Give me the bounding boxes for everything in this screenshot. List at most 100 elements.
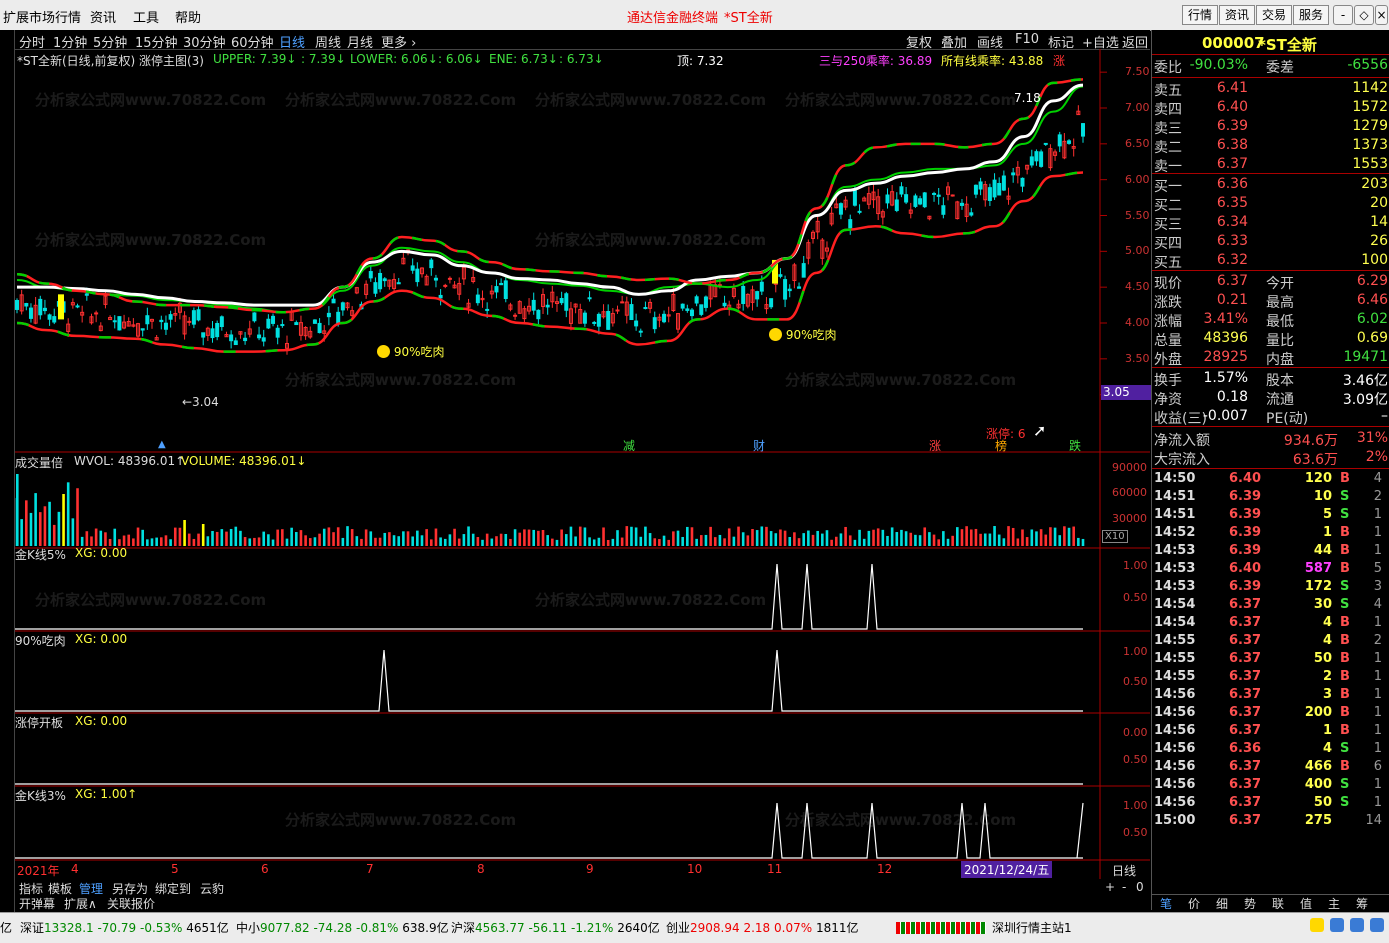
volume-bar — [257, 537, 261, 546]
tick-time: 14:56 — [1154, 723, 1196, 738]
tab-related-quote[interactable]: 关联报价 — [107, 895, 155, 912]
info-button[interactable]: 资讯 — [1219, 5, 1256, 25]
volume-bar — [16, 474, 19, 546]
tab-danmu[interactable]: 开弹幕 — [19, 895, 55, 912]
volume-bar — [560, 529, 563, 546]
volume-bar — [960, 529, 964, 546]
tick-price: 6.37 — [1229, 651, 1262, 666]
stat-value: -0.007 — [1202, 408, 1248, 424]
index-value: 13328.1 — [44, 921, 94, 935]
flow-value: 63.6万 — [1292, 452, 1338, 468]
lock-icon[interactable] — [1310, 918, 1324, 932]
menu-item-news[interactable]: 资讯 — [90, 7, 116, 26]
volume-bar — [1072, 526, 1075, 546]
server-name[interactable]: 深圳行情主站1 — [992, 919, 1072, 936]
marker-zhang[interactable]: 涨 — [929, 437, 941, 454]
panel-tab-7[interactable]: 筹 — [1356, 895, 1368, 912]
settings-icon[interactable] — [1350, 918, 1364, 932]
candle-body — [913, 195, 918, 207]
volume-bar — [178, 527, 182, 546]
x-label-oct: 10 — [687, 862, 703, 876]
volume-bar — [1081, 538, 1085, 546]
tick-time: 14:56 — [1154, 687, 1196, 702]
volume-bar — [360, 538, 363, 546]
tick-row: 14:55 6.37 50 B 1 — [1154, 651, 1384, 669]
volume-bar — [1058, 535, 1062, 546]
volume-bar — [318, 533, 321, 546]
volume-bar — [606, 539, 610, 546]
chart-area[interactable]: 分析家公式网www.70822.Com 分析家公式网www.70822.Com … — [15, 49, 1151, 879]
x-label-jun: 6 — [261, 862, 269, 876]
menu-item-help[interactable]: 帮助 — [175, 7, 201, 26]
panel-tab-0[interactable]: 笔 — [1160, 895, 1172, 912]
volume-bar — [881, 529, 885, 546]
tick-row: 14:51 6.39 5 S 1 — [1154, 507, 1384, 525]
vol-tick-60000: 60000 — [1112, 486, 1147, 499]
tick-count: 1 — [1373, 543, 1382, 558]
index-cy[interactable]: 创业2908.94 2.18 0.07% 1811亿 — [666, 919, 859, 936]
service-button[interactable]: 服务 — [1293, 5, 1330, 25]
close-icon[interactable]: × — [1375, 5, 1388, 25]
volume-bar — [262, 531, 266, 546]
volume-bar — [1025, 537, 1029, 546]
f10-button[interactable]: F10 — [1015, 32, 1039, 47]
panel-tab-4[interactable]: 联 — [1272, 895, 1284, 912]
volume-bar — [122, 535, 126, 546]
zoom-out-icon[interactable]: - — [1122, 880, 1126, 894]
y-tick-label: 3.50 — [1125, 351, 1150, 365]
candle-body — [634, 320, 639, 327]
volume-bar — [1067, 527, 1071, 546]
reset-zoom-icon[interactable]: 0 — [1136, 880, 1144, 894]
tick-side: S — [1340, 579, 1350, 594]
volume-bar — [969, 529, 973, 546]
marker-bang[interactable]: 榜 — [995, 437, 1007, 454]
volume-bar — [509, 538, 512, 546]
message-icon[interactable] — [1370, 918, 1384, 932]
volume-bar — [844, 526, 847, 546]
stock-title: *ST全新 — [724, 11, 773, 26]
panel-tab-5[interactable]: 值 — [1300, 895, 1312, 912]
marker-jian[interactable]: 减 — [623, 437, 635, 454]
candle-body — [257, 334, 262, 339]
candle-body — [215, 323, 220, 338]
candle-body — [638, 330, 643, 333]
tab-cloud[interactable]: 云豹 — [200, 880, 224, 897]
restore-icon[interactable]: ◇ — [1354, 5, 1374, 25]
index-zx[interactable]: 中小9077.82 -74.28 -0.81% 638.9亿 — [236, 919, 449, 936]
quote-button[interactable]: 行情 — [1182, 5, 1219, 25]
index-hs[interactable]: 沪深4563.77 -56.11 -1.21% 2640亿 — [451, 919, 660, 936]
volume-bar — [681, 536, 684, 546]
zoom-in-icon[interactable]: + — [1105, 880, 1115, 894]
panel-tab-6[interactable]: 主 — [1328, 895, 1340, 912]
stat-row: 净资 0.18 流通 3.09亿 — [1154, 389, 1388, 408]
marker-cai[interactable]: 财 — [753, 437, 765, 454]
menu-item-tools[interactable]: 工具 — [133, 7, 159, 26]
panel-tab-3[interactable]: 势 — [1244, 895, 1256, 912]
tick-count: 2 — [1373, 489, 1382, 504]
marker-die[interactable]: 跌 — [1069, 437, 1081, 454]
volume-bar — [1021, 529, 1024, 546]
minimize-icon[interactable]: - — [1333, 5, 1353, 25]
volume-bar — [821, 533, 824, 546]
tab-bind[interactable]: 绑定到 — [155, 880, 191, 897]
stat-value-2: 3.09亿 — [1342, 392, 1388, 408]
candle-body — [229, 334, 234, 342]
menu-item-ext-market[interactable]: 扩展市场行情 — [3, 7, 81, 26]
flow-label: 大宗流入 — [1154, 452, 1210, 468]
candle-body — [531, 299, 536, 311]
volume-bar — [229, 528, 233, 546]
volume-bar — [658, 539, 661, 546]
tick-count: 1 — [1373, 741, 1382, 756]
candle-body — [973, 184, 978, 195]
panel-tab-1[interactable]: 价 — [1188, 895, 1200, 912]
tab-expand[interactable]: 扩展∧ — [64, 895, 97, 912]
trade-button[interactable]: 交易 — [1256, 5, 1293, 25]
network-icon[interactable] — [1330, 918, 1344, 932]
volume-bar — [695, 538, 698, 546]
index-sz[interactable]: 深证13328.1 -70.79 -0.53% 4651亿 — [20, 919, 229, 936]
stat-value: 6.37 — [1216, 273, 1248, 289]
candle-body — [564, 293, 569, 311]
panel-tab-2[interactable]: 细 — [1216, 895, 1228, 912]
ask-price: 6.39 — [1216, 118, 1248, 134]
tick-price: 6.37 — [1229, 813, 1262, 828]
